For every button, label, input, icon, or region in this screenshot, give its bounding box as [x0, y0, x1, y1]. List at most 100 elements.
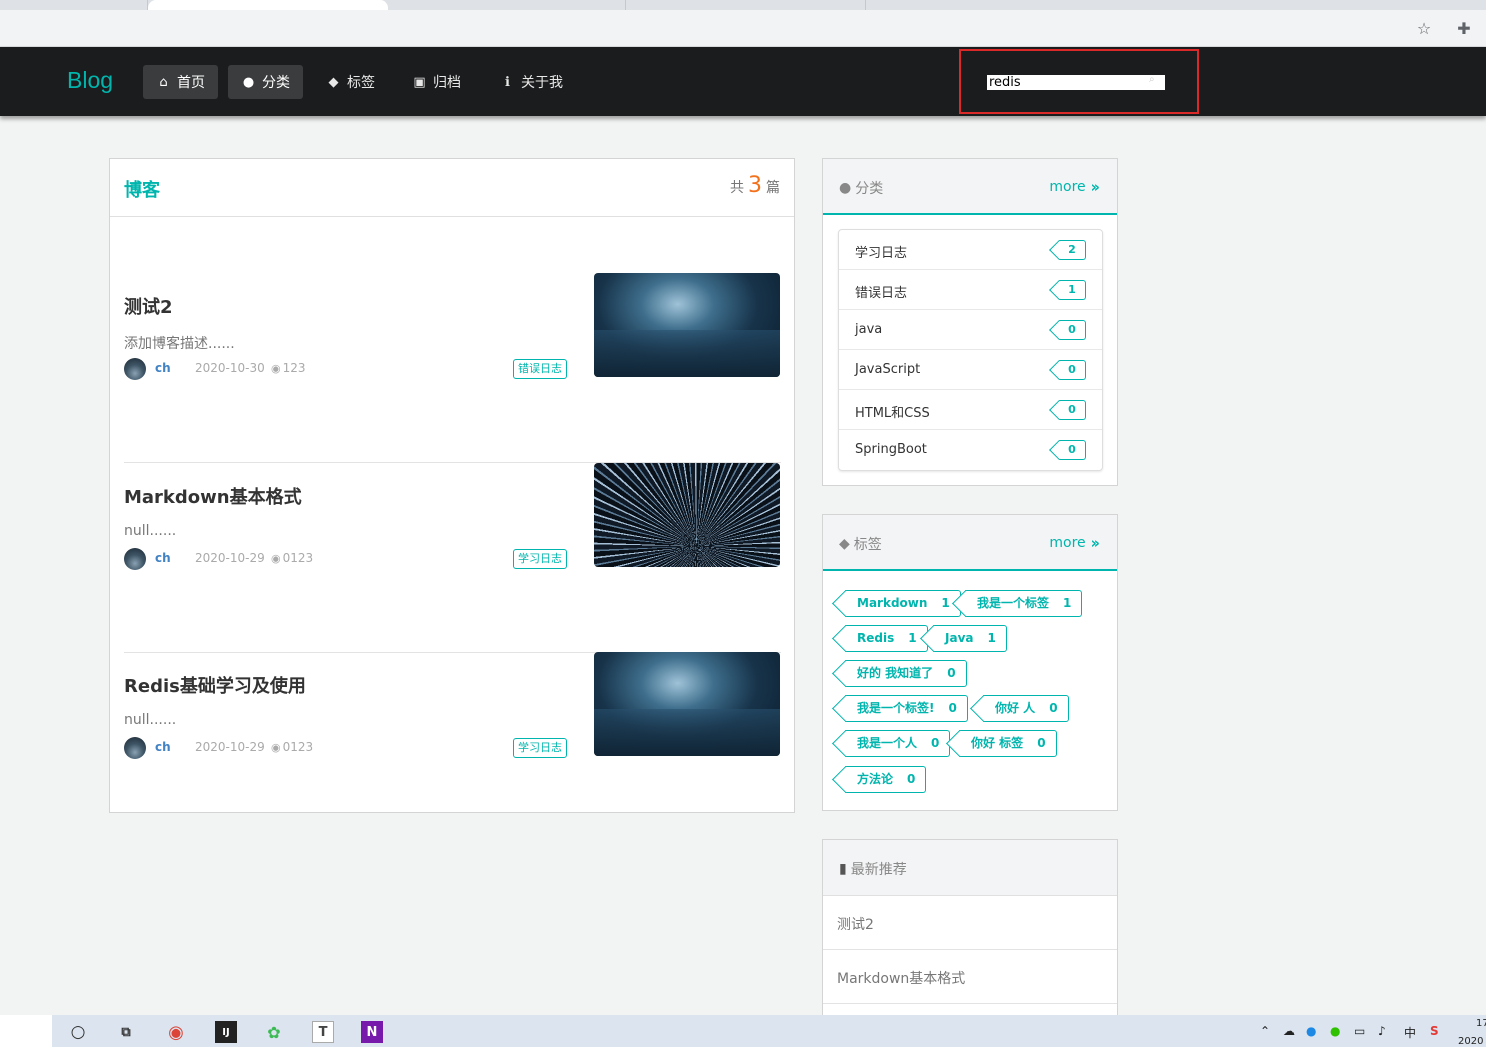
category-item[interactable]: HTML和CSS 0 — [839, 390, 1102, 430]
post-author[interactable]: ch — [155, 361, 171, 375]
bookmark-star-icon[interactable]: ☆ — [1412, 17, 1436, 39]
category-count-badge: 2 — [1059, 240, 1086, 260]
clock-time[interactable]: 17 — [1476, 1018, 1486, 1029]
views-count: 0123 — [282, 551, 314, 565]
task-view-icon[interactable]: ⧉ — [115, 1021, 137, 1043]
tag-item[interactable]: 我是一个标签! 0 — [845, 695, 968, 722]
tag-item[interactable]: 好的 我知道了 0 — [845, 660, 967, 687]
tag-item[interactable]: 你好 标签 0 — [959, 730, 1057, 757]
eye-icon: ◉ — [271, 551, 281, 565]
category-name: SpringBoot — [855, 442, 927, 457]
tag-item[interactable]: Markdown 1 — [845, 590, 961, 617]
tag-item[interactable]: 你好 人0 — [983, 695, 1069, 722]
post-author[interactable]: ch — [155, 740, 171, 754]
category-item[interactable]: SpringBoot 0 — [839, 430, 1102, 470]
wechat-icon[interactable]: ● — [1330, 1024, 1340, 1038]
nav-item-categories[interactable]: ● 分类 — [228, 65, 303, 99]
double-chevron-right-icon: ›› — [1090, 178, 1101, 196]
browser-tab-active[interactable] — [148, 0, 388, 10]
post-category-tag[interactable]: 学习日志 — [513, 549, 567, 569]
browser-tab[interactable] — [388, 0, 626, 10]
nav-item-tags[interactable]: ◆ 标签 — [313, 65, 388, 99]
category-item[interactable]: JavaScript 0 — [839, 350, 1102, 390]
post-views: ◉ 0123 — [271, 740, 313, 754]
post-category-tag[interactable]: 错误日志 — [513, 359, 567, 379]
post-title[interactable]: 测试2 — [124, 293, 173, 319]
clock-date[interactable]: 2020 — [1458, 1036, 1483, 1047]
chrome-icon[interactable]: ◉ — [165, 1021, 187, 1043]
post-meta: ch 2020-10-30 ◉ 123 错误日志 — [124, 358, 567, 380]
nav-item-label: 关于我 — [521, 75, 563, 91]
post-title[interactable]: Redis基础学习及使用 — [124, 672, 306, 698]
category-item[interactable]: 错误日志 1 — [839, 270, 1102, 310]
tag-item[interactable]: Java 1 — [933, 625, 1007, 652]
post-description: null...... — [124, 712, 177, 728]
blog-list-title: 博客 — [124, 180, 160, 201]
search-input[interactable] — [987, 75, 1165, 90]
categories-more-link[interactable]: more ›› — [1049, 178, 1101, 196]
avatar — [124, 737, 146, 759]
taskbar-start-area[interactable] — [0, 1015, 52, 1047]
post-thumbnail[interactable] — [594, 273, 780, 377]
nav-item-label: 分类 — [262, 75, 290, 91]
chevron-up-icon[interactable]: ⌃ — [1260, 1024, 1270, 1038]
post-item[interactable]: Markdown基本格式 null...... ch 2020-10-29 ◉ 0… — [124, 463, 781, 653]
post-author[interactable]: ch — [155, 551, 171, 565]
nav-item-home[interactable]: ⌂ 首页 — [143, 65, 218, 99]
search-icon[interactable]: ⌕ — [1149, 74, 1155, 85]
logo[interactable]: Blog — [67, 67, 113, 94]
recommend-item[interactable]: Markdown基本格式 — [823, 950, 1117, 1004]
avatar — [124, 548, 146, 570]
category-count-badge: 0 — [1059, 360, 1086, 380]
typora-icon[interactable]: T — [312, 1021, 334, 1043]
category-item[interactable]: java 0 — [839, 310, 1102, 350]
tags-icon: ◆ — [839, 536, 850, 552]
post-category-tag[interactable]: 学习日志 — [513, 738, 567, 758]
views-count: 123 — [282, 361, 306, 375]
browser-tab[interactable] — [0, 0, 148, 10]
info-icon: ℹ — [505, 74, 510, 90]
post-thumbnail[interactable] — [594, 652, 780, 756]
onedrive-icon[interactable]: ☁ — [1283, 1024, 1295, 1038]
post-description: null...... — [124, 523, 177, 539]
browser-tab[interactable] — [626, 0, 866, 10]
ime-indicator[interactable]: 中 — [1404, 1024, 1416, 1041]
network-icon[interactable]: ▭ — [1354, 1024, 1365, 1038]
categories-title: ● 分类 — [839, 180, 884, 197]
tag-item[interactable]: 我是一个标签 1 — [965, 590, 1083, 617]
post-item[interactable]: Redis基础学习及使用 null...... ch 2020-10-29 ◉ 0… — [124, 652, 781, 842]
volume-icon[interactable]: ♪ — [1378, 1024, 1386, 1038]
nav-item-archive[interactable]: ▣ 归档 — [399, 65, 474, 99]
blog-count: 共 3 篇 — [730, 173, 780, 198]
category-list: 学习日志 2 错误日志 1 java 0 JavaScript 0 HTML和CSS 0 … — [838, 229, 1103, 471]
intellij-icon[interactable]: IJ — [215, 1021, 237, 1043]
extensions-icon[interactable]: ✚ — [1452, 17, 1476, 39]
tray-app-icon[interactable]: ● — [1306, 1024, 1316, 1038]
category-count-badge: 1 — [1059, 280, 1086, 300]
eye-icon: ◉ — [271, 740, 281, 754]
category-item[interactable]: 学习日志 2 — [839, 230, 1102, 270]
tag-item[interactable]: 我是一个人 0 — [845, 730, 951, 757]
nav-item-label: 归档 — [433, 75, 461, 91]
post-item[interactable]: 测试2 添加博客描述...... ch 2020-10-30 ◉ 123 错误日志 — [124, 273, 781, 463]
top-navbar: Blog ⌂ 首页 ● 分类 ◆ 标签 ▣ 归档 ℹ 关于我 ⌕ — [0, 47, 1486, 116]
categories-panel: ● 分类 more ›› 学习日志 2 错误日志 1 java 0 JavaScript 0… — [822, 158, 1118, 486]
sogou-icon[interactable]: S — [1430, 1024, 1439, 1038]
post-views: ◉ 0123 — [271, 551, 313, 565]
tag-item[interactable]: 方法论 0 — [845, 766, 927, 793]
category-count-badge: 0 — [1059, 320, 1086, 340]
app-icon[interactable]: ✿ — [263, 1021, 285, 1043]
tags-more-link[interactable]: more ›› — [1049, 534, 1100, 552]
browser-toolbar: ☆ ✚ — [0, 10, 1486, 47]
tags-header: ◆ 标签 more ›› — [823, 515, 1117, 571]
nav-item-about[interactable]: ℹ 关于我 — [487, 65, 576, 99]
count-suffix: 篇 — [766, 180, 780, 196]
tag-item[interactable]: Redis 1 — [845, 625, 928, 652]
post-thumbnail[interactable] — [594, 463, 780, 567]
onenote-icon[interactable]: N — [361, 1021, 383, 1043]
categories-header: ● 分类 more ›› — [823, 159, 1117, 215]
cortana-search-icon[interactable]: ○ — [67, 1021, 89, 1043]
post-meta: ch 2020-10-29 ◉ 0123 学习日志 — [124, 737, 567, 759]
recommend-item[interactable]: 测试2 — [823, 896, 1117, 950]
post-title[interactable]: Markdown基本格式 — [124, 483, 302, 509]
